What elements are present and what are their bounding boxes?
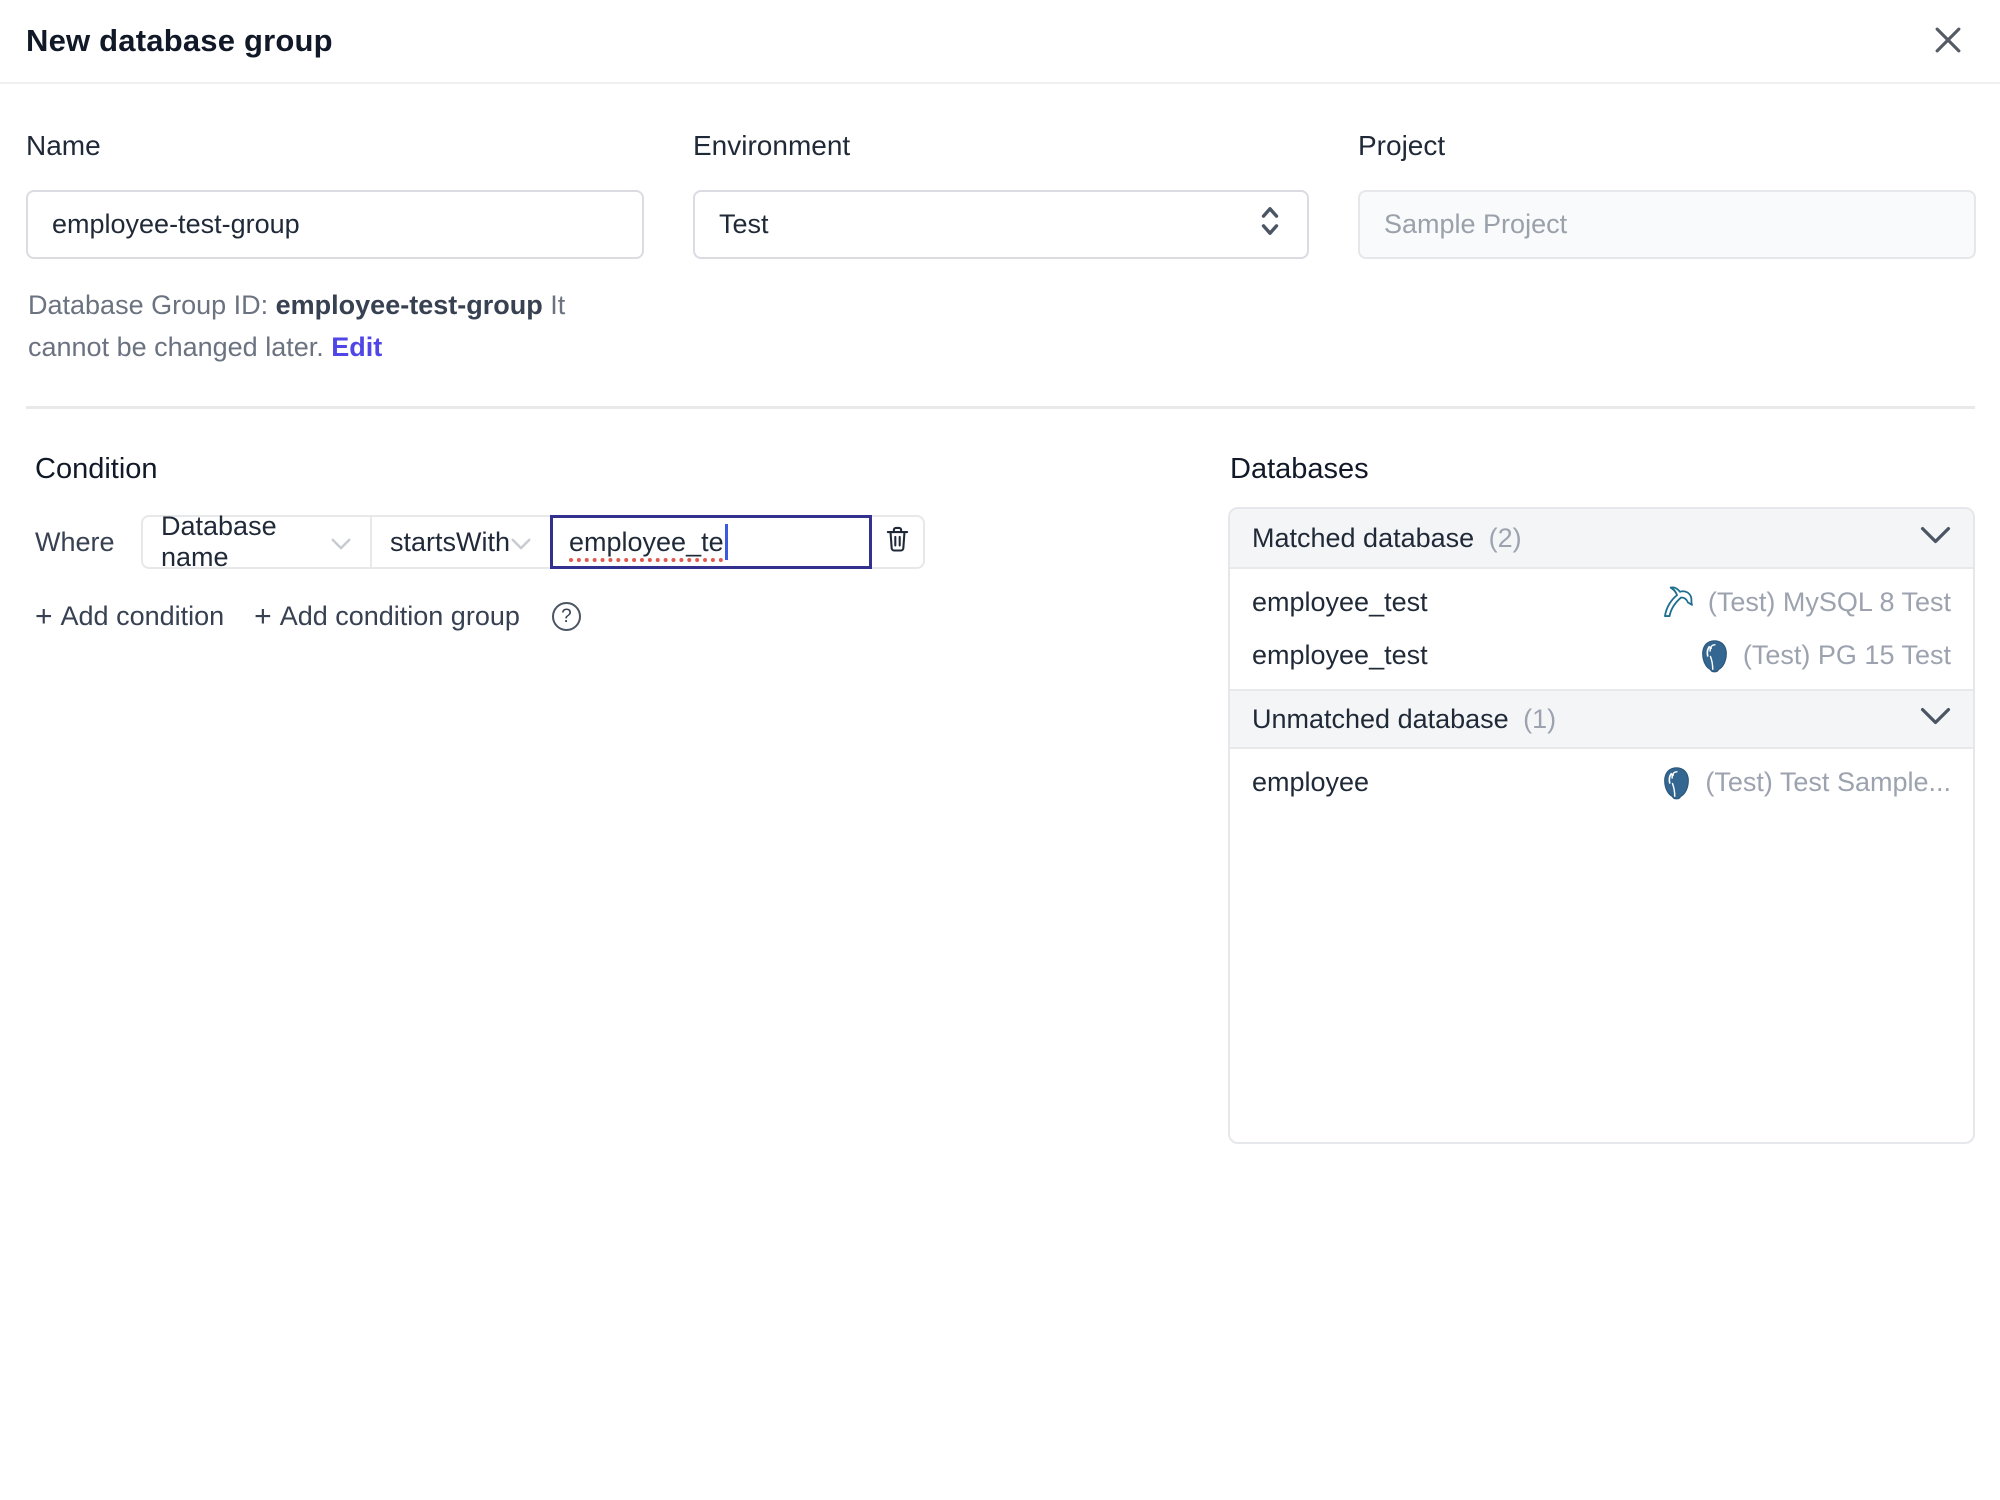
select-updown-icon bbox=[1257, 203, 1283, 246]
name-input-value: employee-test-group bbox=[52, 209, 300, 239]
add-condition-group-button[interactable]: + Add condition group bbox=[254, 601, 520, 632]
environment-select[interactable]: Test bbox=[693, 190, 1309, 259]
database-instance-label: (Test) PG 15 Test bbox=[1742, 640, 1951, 670]
plus-icon: + bbox=[254, 599, 272, 633]
mysql-icon bbox=[1659, 584, 1697, 622]
condition-value-text: employee_te bbox=[569, 526, 724, 557]
add-condition-button[interactable]: + Add condition bbox=[35, 601, 224, 632]
delete-condition-button[interactable] bbox=[870, 515, 925, 569]
database-instance: (Test) Test Sample... bbox=[1659, 765, 1951, 800]
project-label: Project bbox=[1358, 130, 1446, 161]
group-id-prefix: Database Group ID: bbox=[28, 290, 269, 320]
lower-area: Condition Where Database name startsWith… bbox=[0, 409, 2000, 1144]
trash-icon bbox=[882, 523, 913, 561]
matched-database-count: (2) bbox=[1488, 522, 1522, 553]
unmatched-database-header[interactable]: Unmatched database (1) bbox=[1230, 689, 1973, 749]
database-instance-label: (Test) MySQL 8 Test bbox=[1707, 587, 1951, 617]
postgresql-icon bbox=[1697, 638, 1732, 673]
where-label: Where bbox=[35, 526, 115, 557]
name-field-group: Name employee-test-group bbox=[26, 130, 644, 259]
text-caret bbox=[724, 524, 728, 560]
matched-database-title: Matched database bbox=[1252, 522, 1475, 553]
group-id-helper: Database Group ID: employee-test-group I… bbox=[28, 284, 646, 368]
condition-row: Where Database name startsWith employee_… bbox=[35, 511, 1228, 572]
postgresql-icon bbox=[1659, 765, 1694, 800]
environment-select-value: Test bbox=[719, 209, 769, 239]
project-input-value: Sample Project bbox=[1384, 209, 1568, 239]
database-name: employee_test bbox=[1252, 587, 1428, 617]
form-grid: Name employee-test-group Environment Tes… bbox=[0, 84, 2000, 368]
edit-group-id-link[interactable]: Edit bbox=[331, 332, 382, 362]
condition-section: Condition Where Database name startsWith… bbox=[26, 453, 1228, 632]
environment-label: Environment bbox=[693, 130, 851, 161]
project-field-group: Project Sample Project bbox=[1358, 130, 1976, 259]
unmatched-database-count: (1) bbox=[1523, 703, 1557, 734]
plus-icon: + bbox=[35, 599, 53, 633]
project-input: Sample Project bbox=[1358, 190, 1976, 259]
condition-heading: Condition bbox=[35, 453, 158, 485]
dialog-header: New database group bbox=[0, 0, 2000, 84]
add-condition-label: Add condition bbox=[60, 601, 225, 631]
matched-database-title-wrap: Matched database (2) bbox=[1252, 523, 1522, 554]
close-icon bbox=[1928, 20, 1968, 63]
condition-operator-select[interactable]: startsWith bbox=[370, 515, 552, 569]
database-instance: (Test) MySQL 8 Test bbox=[1659, 584, 1951, 622]
database-row: employee (Test) Test Sample... bbox=[1230, 756, 1973, 809]
matched-database-rows: employee_test (Test) MySQL 8 Test employ… bbox=[1230, 569, 1973, 689]
group-id-value: employee-test-group bbox=[275, 290, 543, 320]
condition-value-input[interactable]: employee_te bbox=[550, 515, 872, 569]
unmatched-database-title-wrap: Unmatched database (1) bbox=[1252, 704, 1556, 735]
chevron-down-icon bbox=[510, 527, 532, 558]
condition-field-select[interactable]: Database name bbox=[141, 511, 372, 572]
database-row: employee_test (Test) PG 15 Test bbox=[1230, 629, 1973, 682]
help-icon[interactable]: ? bbox=[551, 602, 581, 631]
add-condition-group-label: Add condition group bbox=[279, 601, 520, 631]
database-row: employee_test (Test) MySQL 8 Test bbox=[1230, 576, 1973, 629]
database-instance-label: (Test) Test Sample... bbox=[1705, 767, 1951, 797]
databases-section: Databases Matched database (2) employee_… bbox=[1228, 453, 1975, 1144]
dialog-title: New database group bbox=[26, 23, 333, 58]
chevron-down-icon bbox=[1920, 526, 1951, 550]
unmatched-database-rows: employee (Test) Test Sample... bbox=[1230, 749, 1973, 816]
condition-links-row: + Add condition + Add condition group ? bbox=[35, 601, 1228, 632]
environment-field-group: Environment Test bbox=[693, 130, 1309, 259]
chevron-down-icon bbox=[1920, 707, 1951, 731]
condition-operator-value: startsWith bbox=[390, 526, 511, 557]
databases-panel: Matched database (2) employee_test (Test… bbox=[1228, 507, 1975, 1144]
close-button[interactable] bbox=[1924, 17, 1972, 65]
chevron-down-icon bbox=[330, 527, 352, 558]
matched-database-header[interactable]: Matched database (2) bbox=[1230, 509, 1973, 569]
database-name: employee bbox=[1252, 767, 1370, 797]
unmatched-database-title: Unmatched database bbox=[1252, 703, 1509, 734]
name-label: Name bbox=[26, 130, 101, 161]
database-instance: (Test) PG 15 Test bbox=[1697, 638, 1951, 673]
database-name: employee_test bbox=[1252, 640, 1428, 670]
condition-field-value: Database name bbox=[161, 511, 277, 572]
name-input[interactable]: employee-test-group bbox=[26, 190, 644, 259]
databases-heading: Databases bbox=[1230, 453, 1369, 485]
